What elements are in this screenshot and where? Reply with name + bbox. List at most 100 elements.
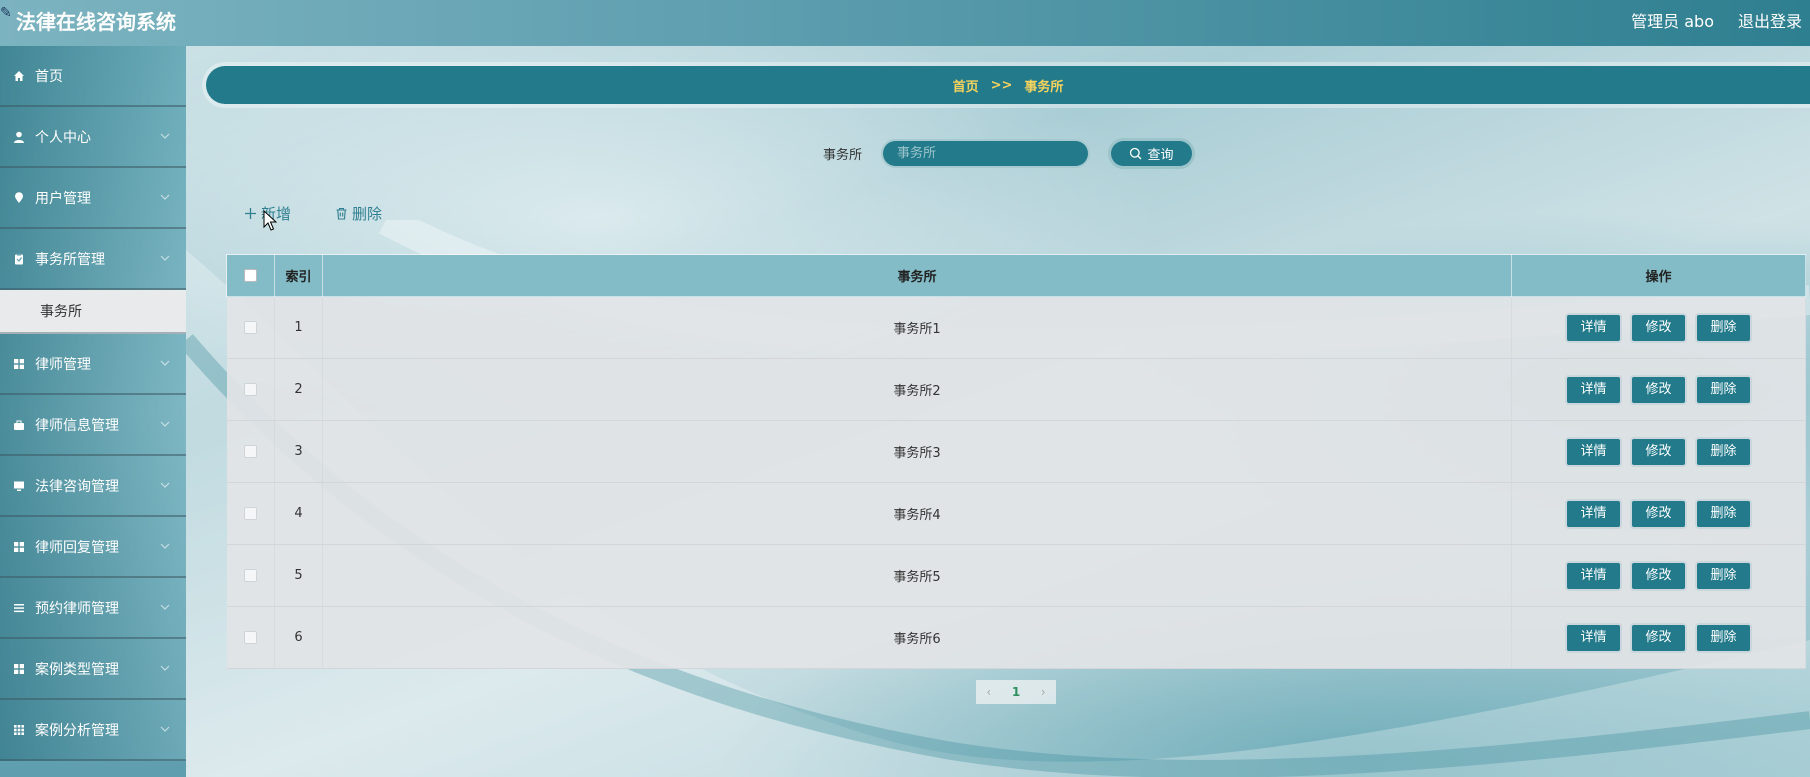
batch-delete-button[interactable]: 删除	[335, 203, 382, 224]
chevron-down-icon	[160, 665, 170, 671]
chevron-down-icon	[160, 421, 170, 427]
pagination: ‹ 1 ›	[976, 680, 1056, 704]
row-checkbox[interactable]	[243, 507, 257, 520]
table-row: 5 事务所5 详情 修改 删除	[226, 544, 1806, 607]
briefcase-icon	[12, 418, 26, 432]
cell-firm-name: 事务所3	[322, 420, 1513, 483]
detail-button[interactable]: 详情	[1565, 622, 1623, 653]
search-button[interactable]: 查询	[1108, 138, 1195, 169]
sidebar-item-label: 个人中心	[35, 129, 91, 146]
grid-icon	[12, 540, 26, 554]
search-button-label: 查询	[1147, 148, 1174, 163]
prev-page-icon[interactable]: ‹	[986, 685, 991, 699]
cell-firm-name: 事务所1	[322, 296, 1513, 359]
table-row: 1 事务所1 详情 修改 删除	[226, 296, 1806, 359]
mouse-cursor-icon	[263, 210, 277, 231]
cell-index: 2	[274, 358, 323, 421]
chevron-down-icon	[160, 604, 170, 610]
sidebar-item-case-analysis-management[interactable]: 案例分析管理	[0, 700, 186, 761]
breadcrumb-home[interactable]: 首页	[953, 76, 979, 95]
cell-index: 5	[274, 544, 323, 607]
edit-button[interactable]: 修改	[1630, 374, 1688, 405]
cell-ops: 详情 修改 删除	[1511, 358, 1806, 421]
row-checkbox[interactable]	[243, 383, 257, 396]
breadcrumb-separator: >>	[990, 77, 1013, 93]
chevron-down-icon	[160, 133, 170, 139]
column-header-ops: 操作	[1511, 254, 1806, 297]
sidebar-item-home[interactable]: 首页	[0, 46, 186, 107]
sidebar-item-firm-management[interactable]: 事务所管理	[0, 229, 186, 290]
row-checkbox[interactable]	[243, 321, 257, 334]
sidebar-subitem-firm[interactable]: 事务所	[0, 290, 186, 334]
sidebar-item-lawyer-reply-management[interactable]: 律师回复管理	[0, 517, 186, 578]
delete-row-button[interactable]: 删除	[1695, 498, 1753, 529]
delete-row-button[interactable]: 删除	[1695, 622, 1753, 653]
edit-button[interactable]: 修改	[1630, 560, 1688, 591]
search-label: 事务所	[823, 148, 863, 163]
breadcrumb-current: 事务所	[1024, 79, 1064, 95]
row-checkbox[interactable]	[243, 569, 257, 582]
logo-icon: ✎	[0, 5, 12, 21]
sidebar-item-label: 预约律师管理	[35, 600, 119, 617]
detail-button[interactable]: 详情	[1565, 374, 1623, 405]
edit-button[interactable]: 修改	[1630, 436, 1688, 467]
edit-button[interactable]: 修改	[1630, 312, 1688, 343]
clipboard-icon	[12, 252, 26, 266]
sidebar-item-label: 首页	[35, 68, 63, 85]
next-page-icon[interactable]: ›	[1041, 685, 1046, 699]
sidebar-item-label: 法律咨询管理	[35, 478, 119, 495]
cell-index: 6	[274, 606, 323, 669]
row-select-cell	[226, 420, 275, 483]
chevron-down-icon	[160, 255, 170, 261]
current-user: 管理员 abo	[1631, 12, 1714, 31]
sidebar-item-appointment-management[interactable]: 预约律师管理	[0, 578, 186, 639]
list-icon	[12, 601, 26, 615]
row-select-cell	[226, 358, 275, 421]
select-all-checkbox[interactable]	[243, 269, 257, 282]
sidebar-item-personal-center[interactable]: 个人中心	[0, 107, 186, 168]
sidebar-item-lawyer-info-management[interactable]: 律师信息管理	[0, 395, 186, 456]
sidebar-item-lawyer-management[interactable]: 律师管理	[0, 334, 186, 395]
edit-button[interactable]: 修改	[1630, 622, 1688, 653]
cell-index: 4	[274, 482, 323, 545]
page-number[interactable]: 1	[1012, 685, 1020, 699]
sidebar-item-legal-consult-management[interactable]: 法律咨询管理	[0, 456, 186, 517]
table-row: 3 事务所3 详情 修改 删除	[226, 420, 1806, 483]
delete-button-label: 删除	[352, 205, 383, 223]
monitor-icon	[12, 479, 26, 493]
detail-button[interactable]: 详情	[1565, 436, 1623, 467]
sidebar-item-label: 律师管理	[35, 356, 91, 373]
row-checkbox[interactable]	[243, 445, 257, 458]
row-checkbox[interactable]	[243, 631, 257, 644]
table-header-row: 索引 事务所 操作	[226, 254, 1806, 297]
row-select-cell	[226, 606, 275, 669]
delete-row-button[interactable]: 删除	[1695, 312, 1753, 343]
cell-ops: 详情 修改 删除	[1511, 606, 1806, 669]
edit-button[interactable]: 修改	[1630, 498, 1688, 529]
delete-row-button[interactable]: 删除	[1695, 374, 1753, 405]
logout-link[interactable]: 退出登录	[1738, 8, 1802, 32]
sidebar-item-user-management[interactable]: 用户管理	[0, 168, 186, 229]
table-row: 4 事务所4 详情 修改 删除	[226, 482, 1806, 545]
row-select-cell	[226, 296, 275, 359]
chevron-down-icon	[160, 194, 170, 200]
cell-firm-name: 事务所6	[322, 606, 1513, 669]
detail-button[interactable]: 详情	[1565, 312, 1623, 343]
user-icon	[12, 130, 26, 144]
delete-row-button[interactable]: 删除	[1695, 436, 1753, 467]
detail-button[interactable]: 详情	[1565, 498, 1623, 529]
cell-index: 3	[274, 420, 323, 483]
sidebar-item-label: 案例分析管理	[35, 722, 119, 739]
detail-button[interactable]: 详情	[1565, 560, 1623, 591]
grid-icon	[12, 662, 26, 676]
table-row: 2 事务所2 详情 修改 删除	[226, 358, 1806, 421]
chevron-down-icon	[160, 482, 170, 488]
sidebar-item-case-type-management[interactable]: 案例类型管理	[0, 639, 186, 700]
header-user-area: 管理员 abo 退出登录	[1631, 8, 1802, 32]
search-input[interactable]	[881, 139, 1090, 168]
row-select-cell	[226, 544, 275, 607]
sidebar-item-label: 律师回复管理	[35, 539, 119, 556]
delete-row-button[interactable]: 删除	[1695, 560, 1753, 591]
chevron-down-icon	[160, 726, 170, 732]
cell-firm-name: 事务所5	[322, 544, 1513, 607]
